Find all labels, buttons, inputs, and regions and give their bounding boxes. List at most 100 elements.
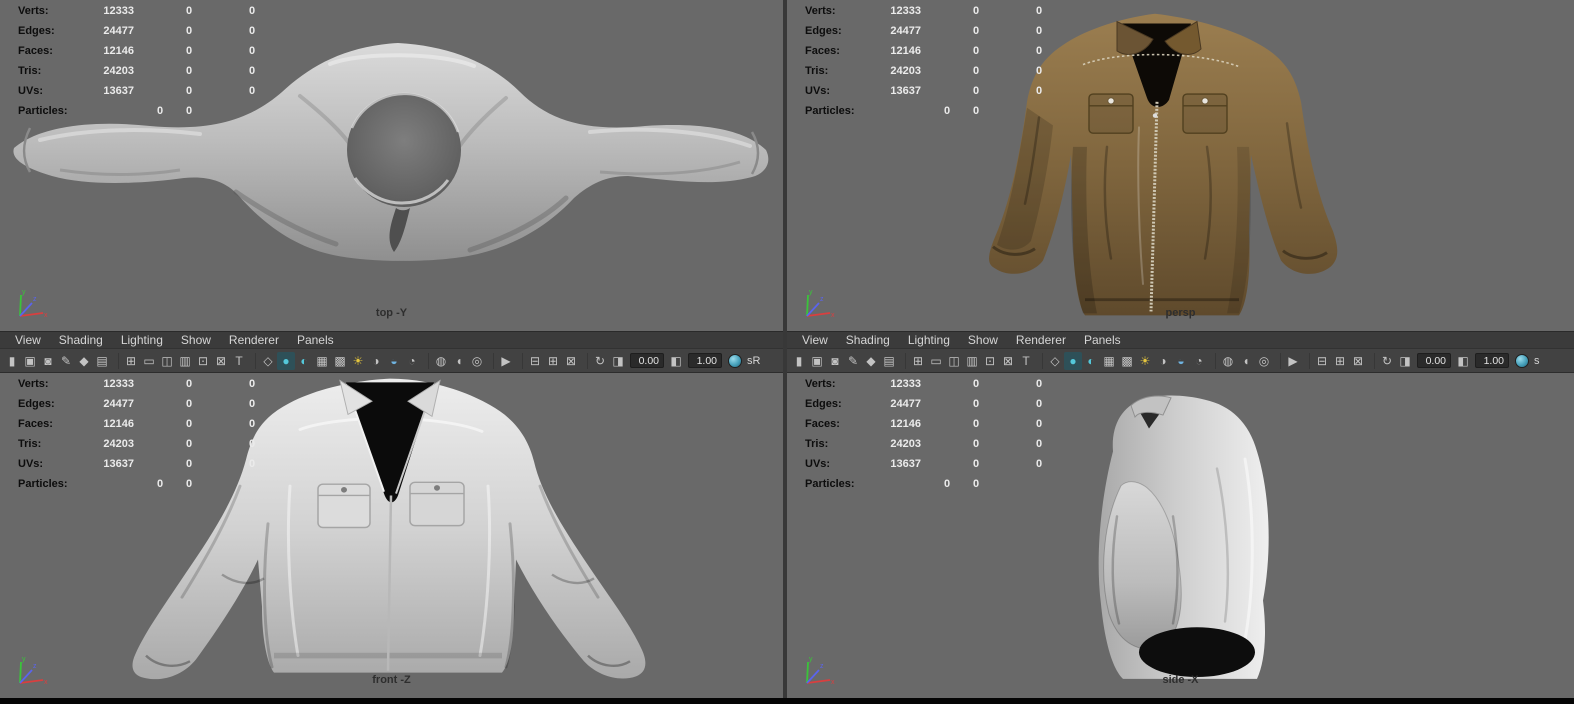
shaded-mode-icon[interactable]: ● xyxy=(277,351,295,370)
menu-view[interactable]: View xyxy=(793,332,837,349)
select-highlight-icon[interactable]: ▶ xyxy=(497,352,515,370)
menu-panels[interactable]: Panels xyxy=(288,332,343,349)
screen-space-ao-icon[interactable]: ◒ xyxy=(1172,352,1190,370)
menu-renderer[interactable]: Renderer xyxy=(220,332,288,349)
wireframe-on-shaded-icon[interactable]: ▩ xyxy=(331,352,349,370)
stat-label: Verts: xyxy=(805,378,836,390)
safe-action-icon[interactable]: ⊠ xyxy=(212,352,230,370)
field-chart-icon[interactable]: ⊡ xyxy=(981,352,999,370)
viewport-persp[interactable]: Verts: 12333 0 0 Edges: 24477 0 0 Faces: 12146 0 0 T… xyxy=(787,0,1574,331)
stat-zero: 0 xyxy=(973,105,980,117)
film-gate-icon[interactable]: ▭ xyxy=(927,352,945,370)
shadows-icon[interactable]: ◑ xyxy=(1154,352,1172,370)
xray-icon[interactable]: ◍ xyxy=(432,352,450,370)
screen-space-ao-icon[interactable]: ◒ xyxy=(385,352,403,370)
material-checker-icon[interactable]: ▦ xyxy=(1100,352,1118,370)
stat-zero: 0 xyxy=(249,85,256,97)
split-grid-icon[interactable]: ⊞ xyxy=(544,352,562,370)
resolution-gate-icon[interactable]: ◫ xyxy=(158,352,176,370)
material-checker-icon[interactable]: ▦ xyxy=(313,352,331,370)
film-gate-icon[interactable]: ▭ xyxy=(140,352,158,370)
panel-handle-icon[interactable]: ▮ xyxy=(3,352,21,370)
maximize-pane-icon[interactable]: ⊠ xyxy=(1349,352,1367,370)
grid-icon[interactable]: ⊞ xyxy=(909,352,927,370)
gamma-field[interactable]: 1.00 xyxy=(688,353,722,368)
panel-toolbar: ▮ ▣ ◙ ✎ ◆ ▤ ⊞ ▭ ◫ ▥ ⊡ ⊠ T ◇ ● ◐ ▦ ▩ ☀ ◑ ◒ ◔ ◍ ◖ ◎ ▶ ⊟ ⊞ ⊠ ↻ ◨ 0.00 ◧ 1… xyxy=(787,349,1574,373)
safe-action-icon[interactable]: ⊠ xyxy=(999,352,1017,370)
exposure-field[interactable]: 0.00 xyxy=(1417,353,1451,368)
menu-show[interactable]: Show xyxy=(959,332,1007,349)
refresh-view-icon[interactable]: ↻ xyxy=(1378,352,1396,370)
safe-title-icon[interactable]: T xyxy=(230,352,248,370)
exposure-toggle-icon[interactable]: ◨ xyxy=(1396,352,1414,370)
menu-lighting[interactable]: Lighting xyxy=(112,332,172,349)
exposure-field[interactable]: 0.00 xyxy=(630,353,664,368)
backface-culling-icon[interactable]: ◖ xyxy=(450,352,468,370)
gate-mask-icon[interactable]: ▥ xyxy=(963,352,981,370)
isolate-select-icon[interactable]: ◎ xyxy=(468,352,486,370)
refresh-view-icon[interactable]: ↻ xyxy=(591,352,609,370)
gamma-field[interactable]: 1.00 xyxy=(1475,353,1509,368)
wireframe-on-shaded-icon[interactable]: ▩ xyxy=(1118,352,1136,370)
backface-culling-icon[interactable]: ◖ xyxy=(1237,352,1255,370)
view-transform-badge[interactable] xyxy=(1515,353,1529,368)
viewport-side[interactable]: Verts: 12333 0 0 Edges: 24477 0 0 Faces: 12146 0 0 T… xyxy=(787,373,1574,698)
menu-lighting[interactable]: Lighting xyxy=(899,332,959,349)
select-camera-icon[interactable]: ▣ xyxy=(808,352,826,370)
menu-shading[interactable]: Shading xyxy=(50,332,112,349)
select-camera-icon[interactable]: ▣ xyxy=(21,352,39,370)
resolution-gate-icon[interactable]: ◫ xyxy=(945,352,963,370)
motion-blur-icon[interactable]: ◔ xyxy=(403,352,421,370)
colorspace-label[interactable]: sR xyxy=(745,355,762,367)
lock-camera-icon[interactable]: ◙ xyxy=(39,352,57,370)
toolbar-separator xyxy=(424,352,429,369)
hud-stats: Verts: 12333 0 0 Edges: 24477 0 0 Faces: 12146 0 0 T… xyxy=(0,375,320,495)
gamma-toggle-icon[interactable]: ◧ xyxy=(1454,352,1472,370)
stat-zero: 0 xyxy=(1036,45,1043,57)
wireframe-mode-icon[interactable]: ◇ xyxy=(1046,352,1064,370)
xray-icon[interactable]: ◍ xyxy=(1219,352,1237,370)
camera-attributes-icon[interactable]: ✎ xyxy=(844,352,862,370)
split-horizontal-icon[interactable]: ⊟ xyxy=(526,352,544,370)
image-plane-icon[interactable]: ▤ xyxy=(93,352,111,370)
split-horizontal-icon[interactable]: ⊟ xyxy=(1313,352,1331,370)
viewport-front[interactable]: Verts: 12333 0 0 Edges: 24477 0 0 Faces: 12146 0 0 T… xyxy=(0,373,783,698)
menu-view[interactable]: View xyxy=(6,332,50,349)
stat-value: 24203 xyxy=(890,438,921,450)
menu-panels[interactable]: Panels xyxy=(1075,332,1130,349)
maximize-pane-icon[interactable]: ⊠ xyxy=(562,352,580,370)
textured-mode-icon[interactable]: ◐ xyxy=(295,352,313,370)
lights-icon[interactable]: ☀ xyxy=(1136,352,1154,370)
image-plane-icon[interactable]: ▤ xyxy=(880,352,898,370)
safe-title-icon[interactable]: T xyxy=(1017,352,1035,370)
shaded-mode-icon[interactable]: ● xyxy=(1064,351,1082,370)
gamma-toggle-icon[interactable]: ◧ xyxy=(667,352,685,370)
field-chart-icon[interactable]: ⊡ xyxy=(194,352,212,370)
menu-show[interactable]: Show xyxy=(172,332,220,349)
shadows-icon[interactable]: ◑ xyxy=(367,352,385,370)
viewport-top[interactable]: Verts: 12333 0 0 Edges: 24477 0 0 Faces: 12146 0 0 T… xyxy=(0,0,783,331)
panel-handle-icon[interactable]: ▮ xyxy=(790,352,808,370)
stat-label: Particles: xyxy=(18,105,68,117)
stat-label: Verts: xyxy=(18,378,49,390)
camera-attributes-icon[interactable]: ✎ xyxy=(57,352,75,370)
viewport-label: side -X xyxy=(1162,674,1199,686)
exposure-toggle-icon[interactable]: ◨ xyxy=(609,352,627,370)
menu-shading[interactable]: Shading xyxy=(837,332,899,349)
textured-mode-icon[interactable]: ◐ xyxy=(1082,352,1100,370)
split-grid-icon[interactable]: ⊞ xyxy=(1331,352,1349,370)
isolate-select-icon[interactable]: ◎ xyxy=(1255,352,1273,370)
view-transform-badge[interactable] xyxy=(728,353,742,368)
lights-icon[interactable]: ☀ xyxy=(349,352,367,370)
menu-renderer[interactable]: Renderer xyxy=(1007,332,1075,349)
bookmark-icon[interactable]: ◆ xyxy=(862,352,880,370)
select-highlight-icon[interactable]: ▶ xyxy=(1284,352,1302,370)
motion-blur-icon[interactable]: ◔ xyxy=(1190,352,1208,370)
hud-stat-row: Faces: 12146 0 0 xyxy=(787,42,1107,62)
colorspace-label[interactable]: s xyxy=(1532,355,1542,367)
bookmark-icon[interactable]: ◆ xyxy=(75,352,93,370)
wireframe-mode-icon[interactable]: ◇ xyxy=(259,352,277,370)
lock-camera-icon[interactable]: ◙ xyxy=(826,352,844,370)
grid-icon[interactable]: ⊞ xyxy=(122,352,140,370)
gate-mask-icon[interactable]: ▥ xyxy=(176,352,194,370)
